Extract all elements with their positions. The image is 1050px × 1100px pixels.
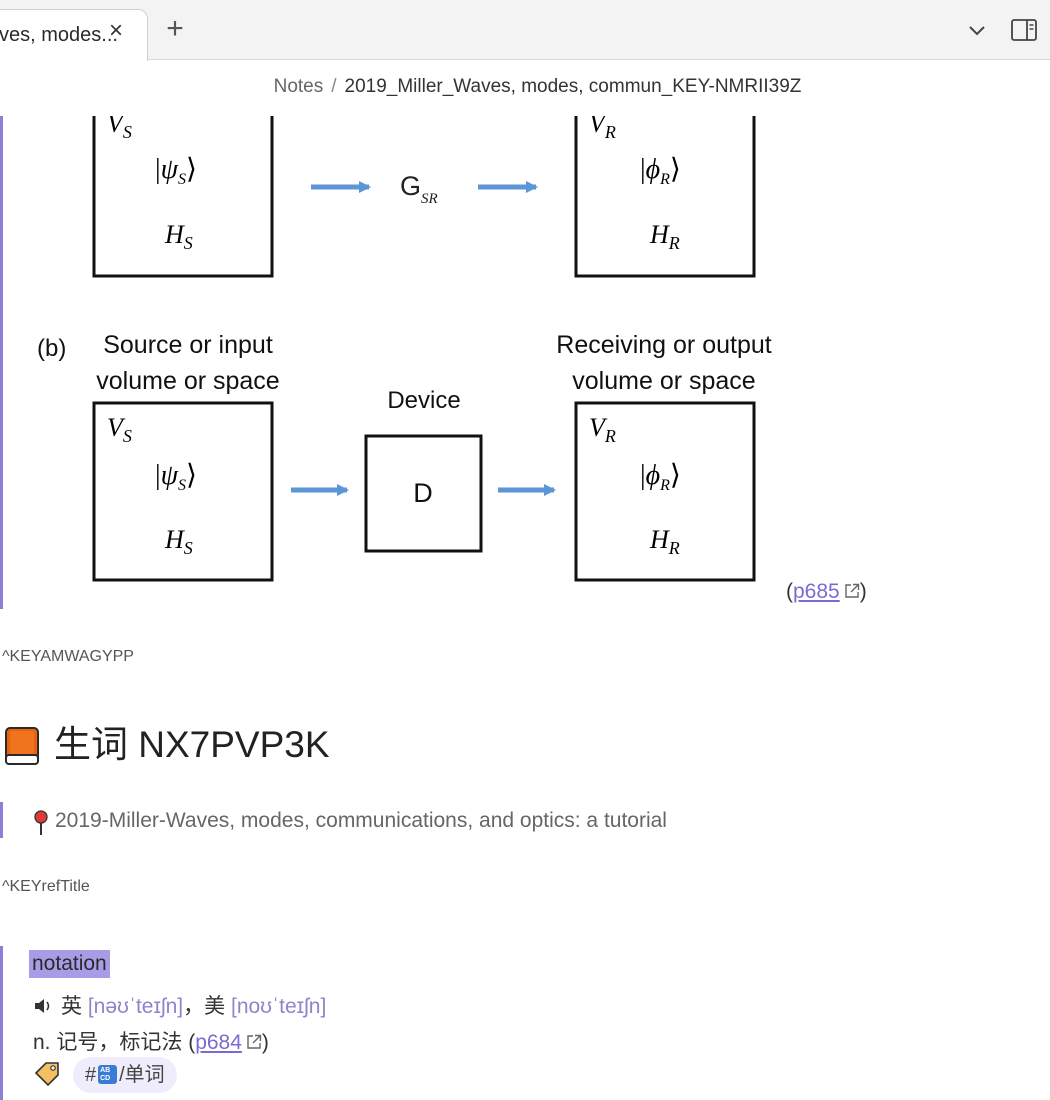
operator-sub: SR: [421, 191, 438, 207]
svg-text:HR: HR: [649, 220, 680, 253]
svg-text:|ϕR⟩: |ϕR⟩: [640, 460, 681, 494]
us-ipa: [noʊˈteɪʃn]: [230, 995, 327, 1018]
recv-ket-label: ϕ: [646, 154, 661, 185]
recv-space-sub: R: [668, 233, 680, 253]
svg-text:VR: VR: [589, 413, 616, 446]
svg-text:GSR: GSR: [400, 171, 438, 207]
source-volume-sub: S: [123, 122, 132, 142]
recv-caption-line1: Receiving or output: [556, 331, 771, 359]
svg-text:|ψS⟩: |ψS⟩: [155, 460, 197, 494]
source-space-sub: S: [184, 233, 193, 253]
source-box-bottom: VS |ψS⟩ HS: [92, 401, 274, 582]
breadcrumb-separator: /: [331, 76, 337, 97]
block-id: ^KEYAMWAGYPP: [2, 648, 134, 665]
svg-text:HS: HS: [164, 525, 193, 558]
svg-text:VR: VR: [589, 116, 616, 142]
page-link-p684[interactable]: p684: [195, 1031, 242, 1054]
vocab-word: notation: [29, 950, 110, 978]
receiver-box-top: VR |ϕR⟩ HR: [574, 116, 756, 278]
svg-text:|ψS⟩: |ψS⟩: [155, 154, 197, 188]
orange-book-icon: [5, 727, 39, 765]
speaker-icon[interactable]: [33, 996, 53, 1016]
source-caption-line1: Source or input: [103, 331, 273, 359]
label-tag-icon: [34, 1062, 59, 1087]
device-caption: Device: [387, 387, 460, 414]
recv-volume-sub: R: [604, 122, 616, 142]
reference-title: 2019-Miller-Waves, modes, communications…: [55, 809, 667, 832]
figure-diagram: VS |ψS⟩ HS GSR VR |ϕR⟩ HR (b) Source or …: [37, 116, 772, 582]
pronunciation-line: 英 [nəʊˈteɪʃn]，美 [noʊˈteɪʃn]: [33, 990, 326, 1020]
source-box-top: VS |ψS⟩ HS: [92, 116, 274, 278]
sidebar-toggle-icon[interactable]: [1010, 18, 1038, 42]
svg-text:HS: HS: [164, 220, 193, 253]
new-tab-button[interactable]: +: [160, 14, 190, 45]
tag-prefix: #: [85, 1064, 97, 1086]
figure-citation: (p685): [786, 580, 867, 603]
svg-text:HR: HR: [649, 525, 680, 558]
breadcrumb-root[interactable]: Notes: [274, 76, 324, 97]
abcd-icon: AB CD: [98, 1065, 118, 1084]
recv-ket-sub: R: [659, 171, 670, 188]
breadcrumb-current[interactable]: 2019_Miller_Waves, modes, commun_KEY-NMR…: [345, 76, 802, 97]
receiver-box-bottom: VR |ϕR⟩ HR: [574, 401, 756, 582]
device-label: D: [413, 478, 433, 508]
svg-text:VS: VS: [107, 413, 132, 446]
svg-text:VS: VS: [107, 116, 132, 142]
round-pushpin-icon: [34, 810, 48, 835]
meaning-line: n. 记号，标记法 (p684): [33, 1031, 269, 1054]
uk-ipa: [nəʊˈteɪʃn]: [87, 995, 184, 1018]
tag-pill[interactable]: # AB CD/单词: [73, 1057, 177, 1093]
source-caption-line2: volume or space: [96, 367, 279, 395]
device-box: D: [364, 434, 483, 553]
active-tab[interactable]: ves, modes... ×: [0, 9, 148, 61]
recv-space-label: H: [649, 220, 670, 249]
meaning-text: n. 记号，标记法: [33, 1031, 183, 1054]
tag-suffix: /单词: [119, 1064, 165, 1086]
source-space-label: H: [164, 220, 185, 249]
tab-bar: ves, modes... × +: [0, 0, 1050, 61]
vocab-callout: notation 英 [nəʊˈteɪʃn]，美 [noʊˈteɪʃn] n. …: [0, 946, 603, 1100]
block-id-ref: ^KEYrefTitle: [2, 878, 90, 895]
chevron-down-icon[interactable]: [965, 18, 989, 42]
close-icon[interactable]: ×: [105, 19, 127, 43]
operator-label: G: [400, 171, 421, 201]
source-ket-label: ψ: [161, 154, 179, 185]
figure-callout: VS |ψS⟩ HS GSR VR |ϕR⟩ HR (b) Source or …: [0, 116, 903, 609]
page-link-p685[interactable]: p685: [793, 580, 840, 603]
reference-callout: 2019-Miller-Waves, modes, communications…: [0, 802, 723, 838]
us-label: 美: [204, 995, 226, 1018]
recv-caption-line2: volume or space: [572, 367, 755, 395]
panel-label: (b): [37, 335, 66, 362]
external-link-icon: [845, 583, 859, 598]
source-ket-sub: S: [178, 171, 186, 188]
tab-title: ves, modes...: [0, 24, 118, 46]
external-link-icon: [247, 1034, 262, 1049]
breadcrumb: Notes / 2019_Miller_Waves, modes, commun_K…: [0, 76, 1050, 98]
svg-text:|ϕR⟩: |ϕR⟩: [640, 154, 681, 188]
heading-title: 生词 NX7PVP3K: [54, 724, 330, 765]
pron-separator: ，: [183, 995, 205, 1018]
uk-label: 英: [61, 995, 82, 1018]
